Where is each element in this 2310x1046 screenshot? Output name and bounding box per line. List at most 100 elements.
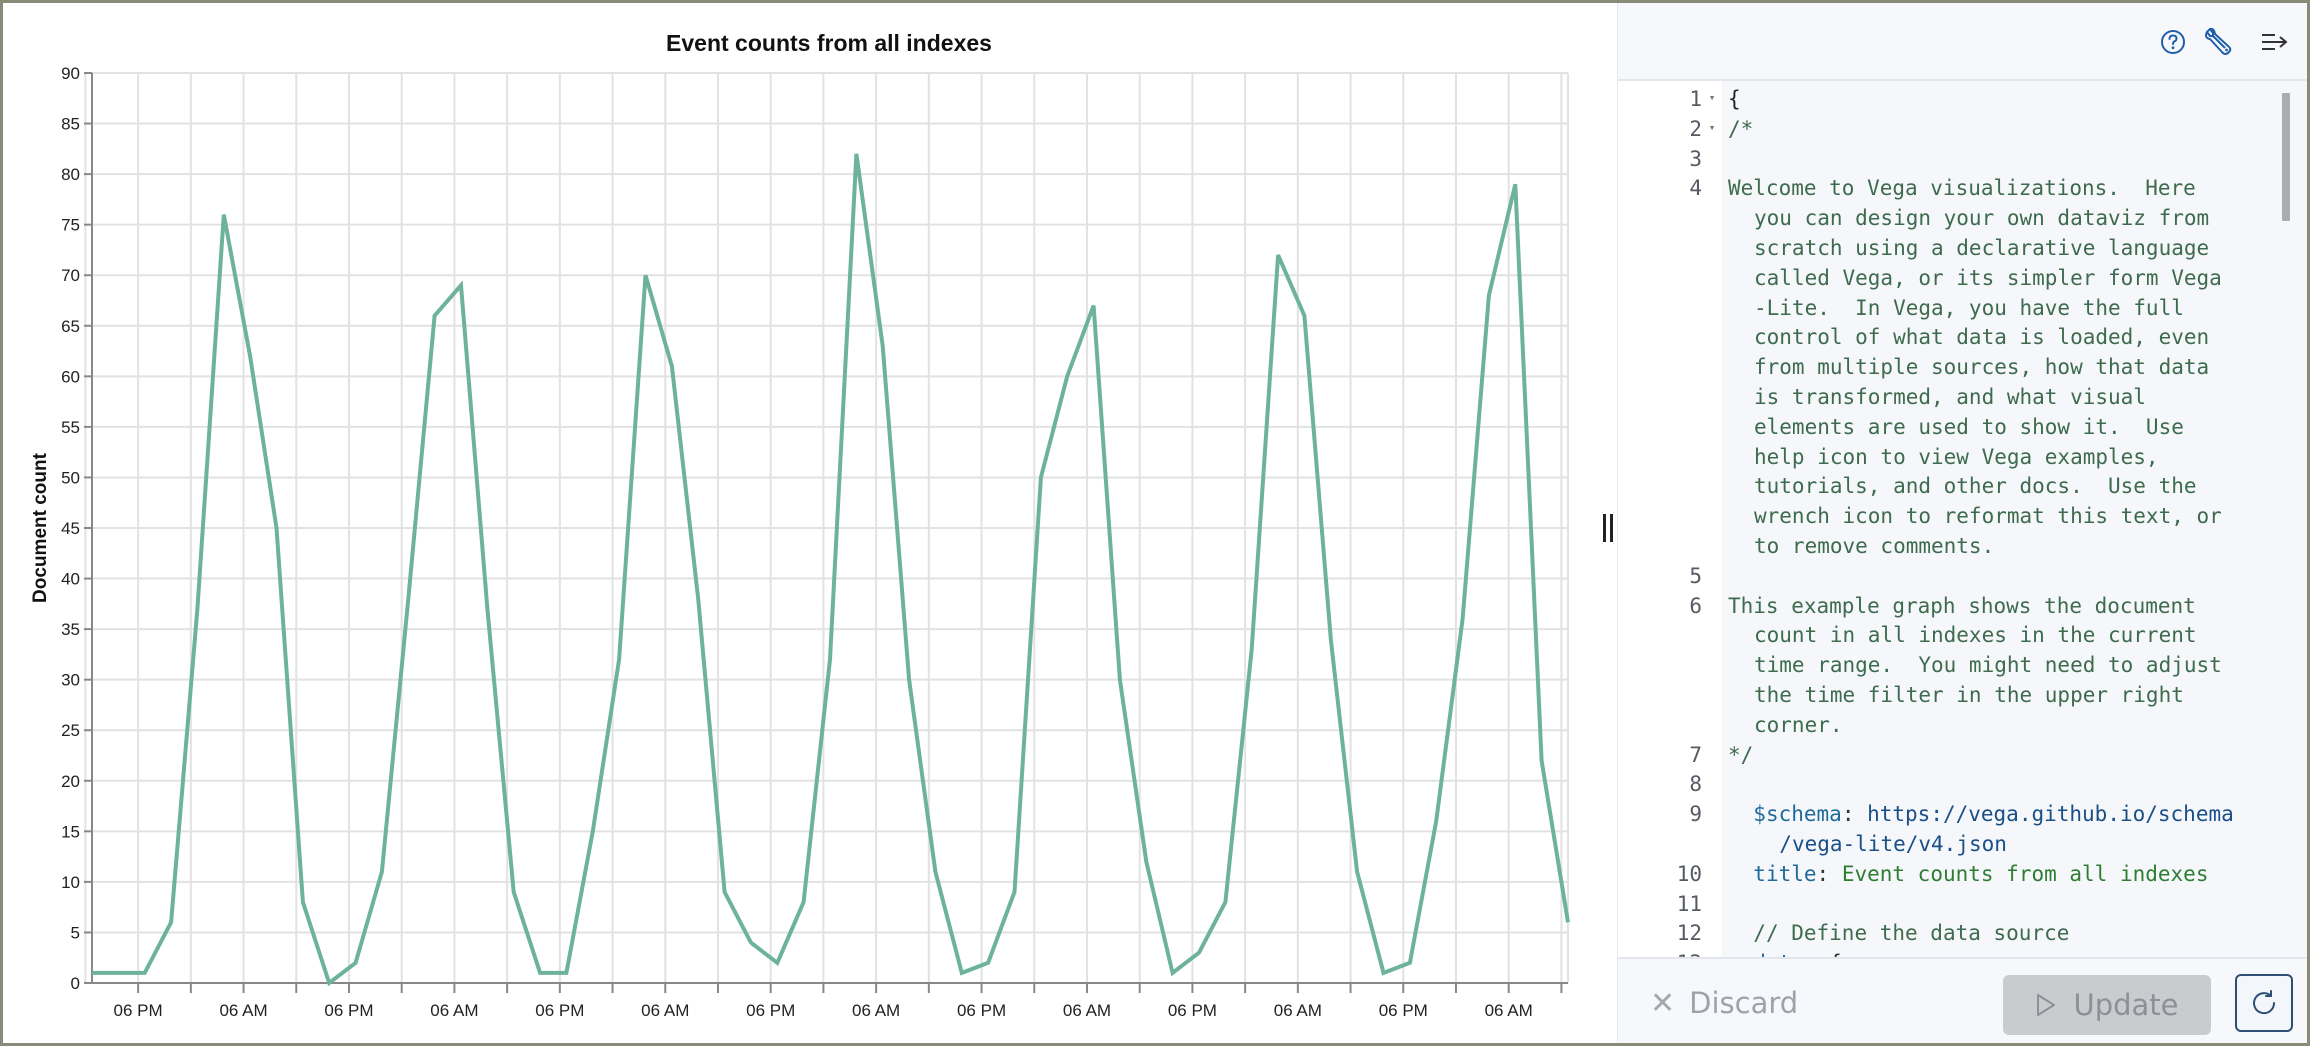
series-points: [92, 154, 1568, 983]
wrapped-line: help icon to view Vega examples,: [1754, 444, 2159, 469]
y-tick-label: 80: [61, 165, 80, 184]
code-line: 6 This example graph shows the document co…: [1618, 592, 2278, 741]
line-number: 12: [1676, 921, 1702, 946]
x-axis-ticks: 06 PM 06 AM 06 PM 06 AM 06 PM 06 AM 06 PM 06 AM…: [114, 983, 1563, 1020]
code-editor[interactable]: 1 ▾{2 ▾/* 3 4 Welcome to Vega visualizations…: [1618, 81, 2307, 957]
code-token: This example graph shows the document: [1728, 593, 2196, 618]
wrapped-line: count in all indexes in the current: [1754, 623, 2197, 648]
code-token: Welcome to Vega visualizations. Here: [1728, 176, 2196, 201]
wrapped-line: corner.: [1754, 712, 1843, 737]
y-tick-label: 60: [61, 367, 80, 386]
y-tick-label: 10: [61, 873, 80, 892]
y-tick-label: 40: [61, 570, 80, 589]
code-line: 1 ▾{: [1618, 85, 2278, 115]
code-text: data: {: [1722, 949, 2278, 957]
line-chart: 0 5 10 15 20 25 30 35 40 45 50 55 60 65 70 75 80 85 90 06 …: [30, 30, 1570, 1020]
code-line: 11: [1618, 890, 2278, 920]
discard-button[interactable]: ✕ Discard: [1650, 981, 1798, 1025]
code-text: /*: [1722, 115, 2278, 145]
line-number: 6: [1689, 593, 1702, 618]
code-token: Event counts from all indexes: [1841, 861, 2209, 886]
code-line: 12 // Define the data source: [1618, 919, 2278, 949]
code-text: title: Event counts from all indexes: [1722, 860, 2278, 890]
line-number: 2: [1689, 116, 1702, 141]
fold-toggle-icon[interactable]: ▾: [1702, 113, 1722, 143]
app-window: 0 5 10 15 20 25 30 35 40 45 50 55 60 65 70 75 80 85 90 06 …: [0, 0, 2310, 1046]
discard-label: Discard: [1689, 986, 1799, 1020]
y-tick-label: 50: [61, 468, 80, 487]
x-tick-label: 06 AM: [852, 1001, 900, 1020]
y-tick-label: 90: [61, 64, 80, 83]
code-text: This example graph shows the document cou…: [1722, 592, 2278, 741]
code-line: 3: [1618, 145, 2278, 175]
y-tick-label: 75: [61, 216, 80, 235]
code-line: 2 ▾/*: [1618, 115, 2278, 145]
line-number: 13: [1618, 949, 1702, 957]
y-tick-label: 20: [61, 772, 80, 791]
code-text: {: [1722, 85, 2278, 115]
code-token: https://vega.github.io/schema: [1867, 802, 2234, 827]
handle-bar: [1603, 514, 1606, 542]
code-text: // Define the data source: [1722, 919, 2278, 949]
code-token: // Define the data source: [1728, 921, 2070, 946]
wrapped-line: /vega-lite/v4.json: [1754, 831, 2007, 856]
handle-bar: [1610, 514, 1613, 542]
help-circle-icon: [2161, 30, 2185, 54]
refresh-button[interactable]: [2235, 974, 2293, 1032]
fold-toggle-icon[interactable]: ▾: [1702, 83, 1722, 113]
x-tick-label: 06 PM: [746, 1001, 795, 1020]
wrapped-line: is transformed, and what visual: [1754, 384, 2146, 409]
wrapped-line: called Vega, or its simpler form Vega: [1754, 265, 2222, 290]
wrapped-line: elements are used to show it. Use: [1754, 414, 2184, 439]
line-number: 8: [1689, 772, 1702, 797]
collapse-panel-button[interactable]: [2258, 25, 2292, 59]
wrapped-line: wrench icon to reformat this text, or: [1754, 504, 2222, 529]
line-number: 9: [1689, 802, 1702, 827]
x-tick-label: 06 PM: [1168, 1001, 1217, 1020]
code-token: title: [1728, 861, 1817, 886]
play-icon: [2037, 994, 2056, 1016]
y-axis-title: Document count: [30, 452, 51, 603]
line-number: 1: [1689, 87, 1702, 111]
wrapped-line: the time filter in the upper right: [1754, 682, 2184, 707]
x-tick-label: 06 PM: [324, 1001, 373, 1020]
collapse-right-icon: [2262, 34, 2288, 50]
update-button[interactable]: Update: [2003, 975, 2211, 1035]
wrapped-line: -Lite. In Vega, you have the full: [1754, 295, 2184, 320]
editor-scrollbar[interactable]: [2282, 93, 2290, 221]
code-line: 7 */: [1618, 741, 2278, 771]
code-line: 9 $schema: https://vega.github.io/schema…: [1618, 800, 2278, 860]
series-line: [92, 153, 1570, 987]
y-tick-label: 85: [61, 115, 80, 134]
wrapped-line: to remove comments.: [1754, 533, 1995, 558]
code-line: 5: [1618, 562, 2278, 592]
line-number: 3: [1689, 146, 1702, 171]
wrapped-line: you can design your own dataviz from: [1754, 206, 2210, 231]
panel-resize-handle[interactable]: [1599, 508, 1617, 548]
x-tick-label: 06 PM: [957, 1001, 1006, 1020]
code-text: */: [1722, 741, 2278, 771]
line-number: 10: [1676, 861, 1702, 886]
wrapped-line: time range. You might need to adjust: [1754, 653, 2222, 678]
spec-editor-panel: 1 ▾{2 ▾/* 3 4 Welcome to Vega visualizations…: [1617, 3, 2307, 1043]
y-tick-label: 25: [61, 721, 80, 740]
update-label: Update: [2073, 988, 2179, 1022]
help-button[interactable]: [2156, 25, 2190, 59]
x-tick-label: 06 AM: [641, 1001, 689, 1020]
wrapped-line: scratch using a declarative language: [1754, 235, 2210, 260]
code-token: {: [1728, 87, 1741, 111]
y-tick-label: 15: [61, 822, 80, 841]
close-icon: ✕: [1650, 985, 1676, 1021]
wrench-button[interactable]: [2201, 25, 2235, 59]
x-tick-label: 06 AM: [1485, 1001, 1533, 1020]
x-tick-label: 06 PM: [114, 1001, 163, 1020]
